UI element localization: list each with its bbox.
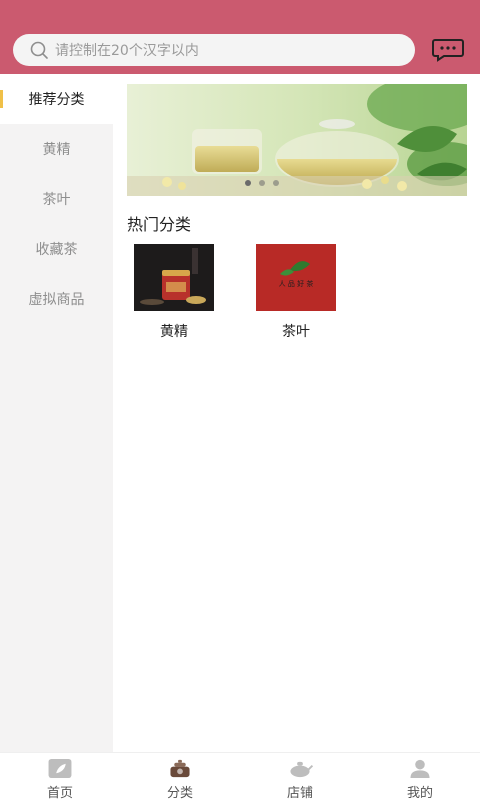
- tab-store[interactable]: 店铺: [240, 753, 360, 801]
- banner-pagination: [245, 180, 279, 186]
- message-icon[interactable]: [432, 38, 464, 62]
- sidebar-item-label: 推荐分类: [28, 92, 85, 108]
- tab-label: 我的: [406, 786, 433, 801]
- sidebar-item-huangjing[interactable]: 黄精: [0, 124, 113, 174]
- sidebar-item-tea[interactable]: 茶叶: [0, 174, 113, 224]
- sidebar-item-recommended[interactable]: 推荐分类: [0, 74, 113, 124]
- sidebar-item-label: 茶叶: [42, 192, 71, 208]
- section-title: 热门分类: [127, 215, 192, 234]
- category-card-huangjing[interactable]: 黄精: [133, 244, 215, 341]
- tab-category[interactable]: 分类: [120, 753, 240, 801]
- pagination-dot[interactable]: [259, 180, 265, 186]
- tab-home[interactable]: 首页: [0, 753, 120, 801]
- main-content: 热门分类 黄精 人 品 好 茶 茶叶: [113, 74, 480, 752]
- kettle-icon: [290, 761, 313, 778]
- leaf-icon: [48, 758, 72, 779]
- tab-label: 分类: [166, 786, 193, 801]
- teapot-icon: [170, 759, 190, 778]
- sidebar-item-label: 黄精: [42, 142, 71, 158]
- huangjing-product-image: [134, 244, 214, 311]
- tab-label: 首页: [46, 786, 73, 801]
- pagination-dot[interactable]: [245, 180, 251, 186]
- user-icon: [410, 759, 430, 779]
- search-placeholder: 请控制在20个汉字以内: [55, 43, 199, 59]
- sidebar-item-virtual-goods[interactable]: 虚拟商品: [0, 274, 113, 324]
- category-card-tea[interactable]: 人 品 好 茶 茶叶: [255, 244, 337, 341]
- search-bar[interactable]: 请控制在20个汉字以内: [13, 34, 415, 66]
- tea-banner-image: [127, 84, 467, 196]
- category-label: 黄精: [160, 324, 188, 340]
- tab-label: 店铺: [286, 786, 313, 801]
- bottom-tab-bar: 首页 分类 店铺 我的: [0, 752, 480, 801]
- sidebar-item-label: 虚拟商品: [28, 292, 85, 308]
- tab-profile[interactable]: 我的: [360, 753, 480, 801]
- header-bar: 请控制在20个汉字以内: [0, 0, 480, 74]
- tea-product-image: 人 品 好 茶: [256, 244, 336, 311]
- sidebar-item-label: 收藏茶: [35, 242, 78, 258]
- pagination-dot[interactable]: [273, 180, 279, 186]
- search-icon: [30, 41, 48, 59]
- promo-banner[interactable]: [127, 84, 467, 196]
- category-label: 茶叶: [282, 324, 310, 340]
- tea-image-text: 人 品 好 茶: [279, 279, 314, 288]
- category-sidebar: 推荐分类 黄精 茶叶 收藏茶 虚拟商品: [0, 74, 113, 752]
- sidebar-item-collectible-tea[interactable]: 收藏茶: [0, 224, 113, 274]
